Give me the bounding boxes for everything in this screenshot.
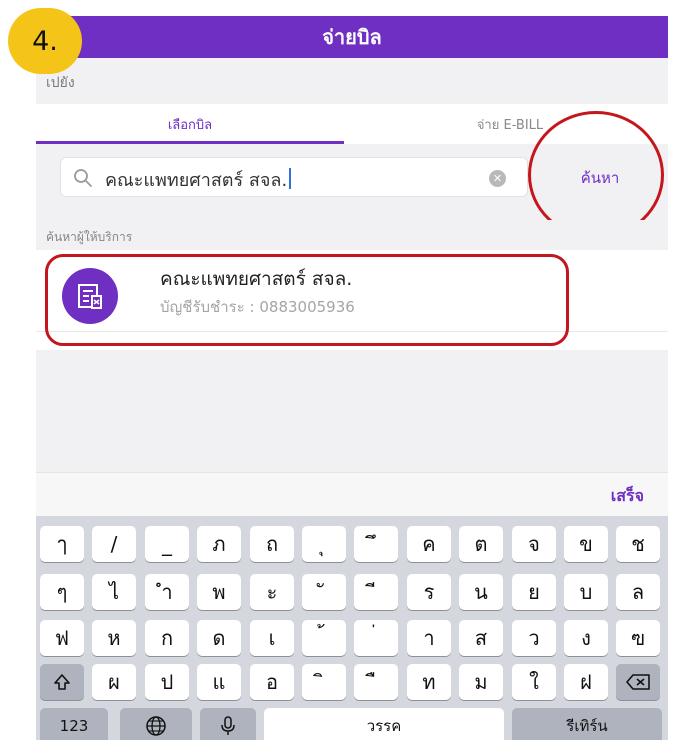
- key[interactable]: ั: [302, 574, 346, 610]
- key[interactable]: า: [407, 620, 451, 656]
- key[interactable]: แ: [197, 664, 241, 700]
- key[interactable]: ห: [92, 620, 136, 656]
- numbers-key[interactable]: 123: [40, 708, 108, 740]
- keyboard-toolbar: เสร็จ: [36, 472, 668, 516]
- globe-icon: [146, 716, 166, 736]
- key[interactable]: ด: [197, 620, 241, 656]
- destination-bar: เปยัง: [36, 58, 668, 104]
- space-key[interactable]: วรรค: [264, 708, 504, 740]
- step-badge: 4.: [8, 8, 82, 74]
- key[interactable]: อ: [250, 664, 294, 700]
- backspace-key[interactable]: [616, 664, 660, 700]
- key[interactable]: ึ: [354, 526, 398, 562]
- key[interactable]: ย: [512, 574, 556, 610]
- key[interactable]: ่: [354, 620, 398, 656]
- shift-icon: [54, 674, 70, 690]
- thai-keyboard: ๅ / _ ภ ถ ุ ึ ค ต จ ข ช ๆ ไ ำ พ ะ ั ี ร …: [36, 516, 668, 740]
- key[interactable]: ะ: [250, 574, 294, 610]
- key[interactable]: ื: [354, 664, 398, 700]
- return-key[interactable]: รีเทิร์น: [512, 708, 662, 740]
- highlight-rectangle: [45, 254, 569, 346]
- key[interactable]: ต: [459, 526, 503, 562]
- key[interactable]: ร: [407, 574, 451, 610]
- search-input[interactable]: คณะแพทยศาสตร์ สจล. ✕: [60, 157, 528, 197]
- key[interactable]: ค: [407, 526, 451, 562]
- key[interactable]: ี: [354, 574, 398, 610]
- microphone-key[interactable]: [200, 708, 256, 740]
- key[interactable]: ง: [564, 620, 608, 656]
- key[interactable]: ้: [302, 620, 346, 656]
- tab-pay-ebill-label: จ่าย E-BILL: [476, 117, 544, 133]
- key[interactable]: ฟ: [40, 620, 84, 656]
- key[interactable]: ข: [564, 526, 608, 562]
- key[interactable]: ฃ: [616, 620, 660, 656]
- key[interactable]: /: [92, 526, 136, 562]
- key[interactable]: ุ: [302, 526, 346, 562]
- done-button[interactable]: เสร็จ: [611, 484, 644, 509]
- key[interactable]: เ: [250, 620, 294, 656]
- search-icon: [74, 169, 92, 187]
- key[interactable]: พ: [197, 574, 241, 610]
- key[interactable]: ก: [145, 620, 189, 656]
- key[interactable]: ว: [512, 620, 556, 656]
- tab-select-bill-label: เลือกบิล: [167, 117, 213, 133]
- key[interactable]: ำ: [145, 574, 189, 610]
- screen: จ่ายบิล 4. เปยัง เลือกบิล จ่าย E-BILL คณ…: [0, 0, 680, 740]
- clear-icon[interactable]: ✕: [489, 170, 506, 187]
- text-caret: [289, 168, 292, 189]
- key[interactable]: ส: [459, 620, 503, 656]
- key[interactable]: ผ: [92, 664, 136, 700]
- shift-key[interactable]: [40, 664, 84, 700]
- key[interactable]: ช: [616, 526, 660, 562]
- key[interactable]: ท: [407, 664, 451, 700]
- key[interactable]: ใ: [512, 664, 556, 700]
- key[interactable]: ถ: [250, 526, 294, 562]
- key[interactable]: ิ: [302, 664, 346, 700]
- key[interactable]: _: [145, 526, 189, 562]
- key[interactable]: ภ: [197, 526, 241, 562]
- key[interactable]: ป: [145, 664, 189, 700]
- key[interactable]: ล: [616, 574, 660, 610]
- tab-select-bill[interactable]: เลือกบิล: [36, 104, 344, 144]
- key[interactable]: ม: [459, 664, 503, 700]
- destination-label: เปยัง: [46, 75, 75, 91]
- search-query: คณะแพทยศาสตร์ สจล.: [105, 170, 288, 191]
- key[interactable]: ๆ: [40, 574, 84, 610]
- section-header: ค้นหาผู้ให้บริการ: [36, 220, 668, 250]
- key[interactable]: บ: [564, 574, 608, 610]
- globe-key[interactable]: [120, 708, 192, 740]
- key[interactable]: ๅ: [40, 526, 84, 562]
- empty-area: [36, 350, 668, 472]
- app-header: จ่ายบิล: [36, 16, 668, 58]
- section-label: ค้นหาผู้ให้บริการ: [46, 230, 133, 244]
- search-input-value: คณะแพทยศาสตร์ สจล.: [105, 165, 292, 194]
- key[interactable]: น: [459, 574, 503, 610]
- page-title: จ่ายบิล: [322, 25, 382, 49]
- backspace-icon: [626, 674, 650, 690]
- key[interactable]: ฝ: [564, 664, 608, 700]
- microphone-icon: [221, 716, 235, 735]
- key[interactable]: ไ: [92, 574, 136, 610]
- key[interactable]: จ: [512, 526, 556, 562]
